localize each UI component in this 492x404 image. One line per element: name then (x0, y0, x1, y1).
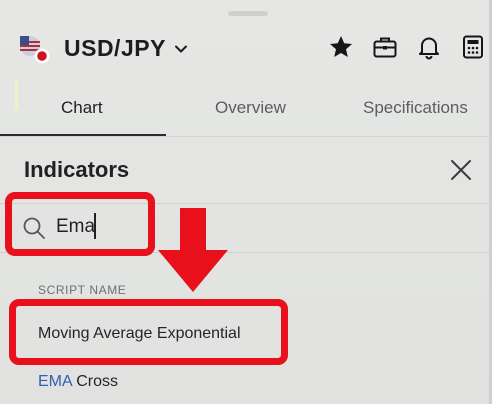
search-highlight-box (5, 192, 155, 256)
symbol-header: USD/JPY (0, 26, 492, 72)
tab-overview[interactable]: Overview (215, 98, 286, 118)
result-match-highlight: EMA (38, 373, 72, 390)
result-highlight-box (9, 299, 288, 365)
result-item[interactable]: EMA Cross (38, 373, 118, 391)
close-icon[interactable] (448, 157, 474, 183)
tabs-divider (0, 136, 492, 137)
symbol-selector[interactable]: USD/JPY (64, 35, 188, 62)
calculator-icon[interactable] (460, 34, 486, 60)
briefcase-icon[interactable] (372, 34, 398, 60)
bell-icon[interactable] (416, 34, 442, 60)
section-label: SCRIPT NAME (38, 283, 127, 297)
symbol-name: USD/JPY (64, 35, 166, 61)
panel-title: Indicators (24, 157, 130, 182)
arrow-down-icon (158, 208, 228, 292)
tab-chart[interactable]: Chart (61, 98, 103, 118)
tab-bar: Chart Overview Specifications (0, 82, 492, 136)
flag-icon (20, 36, 50, 64)
tab-specifications[interactable]: Specifications (363, 98, 468, 118)
chevron-down-icon (174, 45, 187, 52)
star-icon[interactable] (328, 34, 354, 60)
screen: USD/JPY Chart Overview Specifications In… (0, 0, 492, 404)
sheet-grabber[interactable] (228, 11, 268, 16)
result-label: Cross (71, 373, 119, 390)
